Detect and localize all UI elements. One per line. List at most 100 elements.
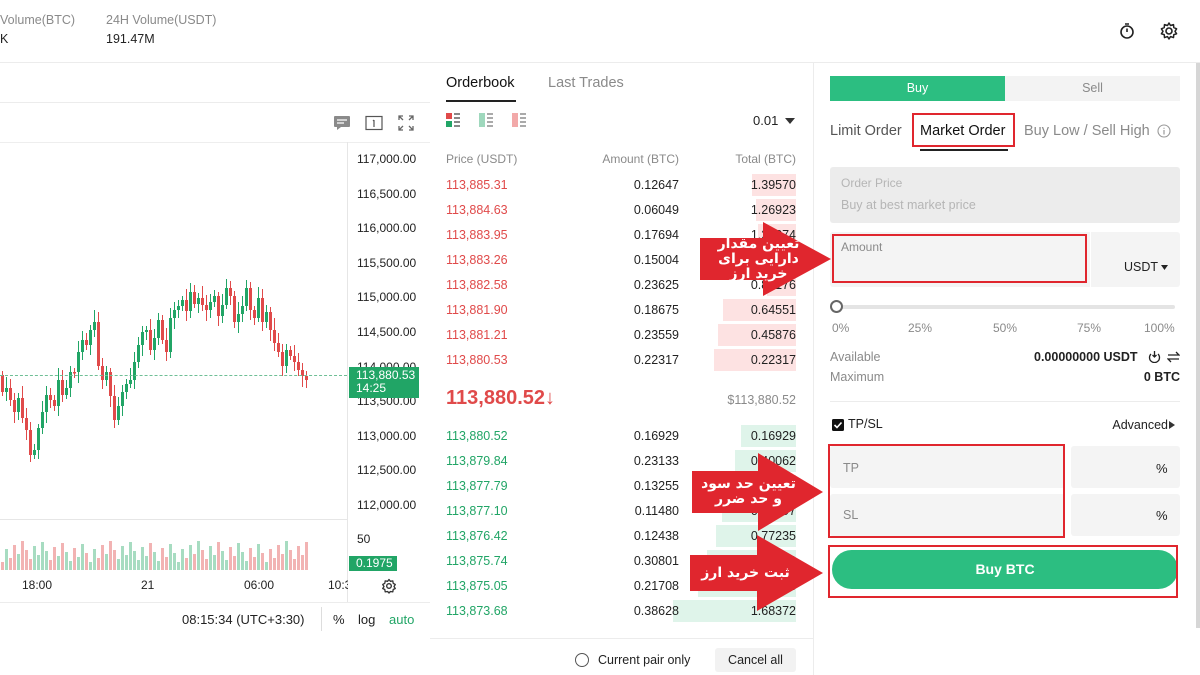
volume-btc-label: Volume(BTC) <box>0 13 76 27</box>
chevron-right-icon[interactable] <box>1169 421 1175 429</box>
last-price-usd: $113,880.52 <box>727 393 796 407</box>
tpsl-checkbox[interactable] <box>832 419 844 431</box>
fullscreen-icon[interactable] <box>397 114 415 132</box>
volume-bar <box>65 552 68 570</box>
candle-body <box>201 298 204 305</box>
volume-bar <box>293 559 296 570</box>
advanced-link[interactable]: Advanced <box>1112 418 1168 432</box>
ask-amount: 0.12647 <box>633 178 679 192</box>
candle-body <box>53 400 56 406</box>
ask-amount: 0.17694 <box>633 228 679 242</box>
volume-bar <box>13 545 16 570</box>
slider-mark-25[interactable]: 25% <box>908 321 932 335</box>
candlestick-chart[interactable] <box>0 143 347 598</box>
sl-percent-unit: % <box>1156 508 1168 523</box>
volume-bar <box>109 541 112 570</box>
current-pair-label: Current pair only <box>598 653 691 667</box>
tab-orderbook[interactable]: Orderbook <box>446 75 515 91</box>
candle-body <box>65 388 68 395</box>
amount-slider-track[interactable] <box>837 305 1175 309</box>
tab-last-trades[interactable]: Last Trades <box>548 75 624 91</box>
slider-mark-100[interactable]: 100% <box>1144 321 1175 335</box>
volume-bar <box>53 547 56 570</box>
auto-scale-button[interactable]: auto <box>389 612 414 627</box>
info-icon[interactable] <box>1157 124 1171 138</box>
volume-bar <box>149 543 152 570</box>
candle-body <box>237 314 240 322</box>
volume-bar <box>129 542 132 570</box>
volume-bar <box>25 550 28 570</box>
candle-body <box>41 412 44 428</box>
ask-amount: 0.06049 <box>633 203 679 217</box>
highlight-tpsl <box>828 444 1065 538</box>
scrollbar[interactable] <box>1196 63 1200 628</box>
candle-body <box>141 332 144 345</box>
amount-slider-knob[interactable] <box>830 300 843 313</box>
tab-buy-low-sell-high[interactable]: Buy Low / Sell High <box>1024 123 1150 139</box>
precision-select[interactable]: 0.01 <box>753 113 778 128</box>
slider-mark-0[interactable]: 0% <box>832 321 849 335</box>
volume-bar <box>181 549 184 570</box>
volume-bar <box>145 556 148 570</box>
current-pair-radio[interactable] <box>575 653 589 667</box>
volume-bar <box>237 543 240 570</box>
candle-body <box>33 450 36 455</box>
view-bids-icon[interactable] <box>479 113 493 127</box>
chevron-down-icon[interactable] <box>785 118 795 124</box>
buy-tab[interactable]: Buy <box>830 76 1005 101</box>
log-scale-button[interactable]: log <box>358 612 375 627</box>
gear-icon[interactable] <box>1159 21 1179 41</box>
sell-tab[interactable]: Sell <box>1005 76 1180 101</box>
last-price-tag: 113,880.53 14:25 <box>349 367 419 398</box>
volume-bar <box>205 559 208 570</box>
bid-price: 113,879.84 <box>446 454 508 468</box>
bid-price: 113,880.52 <box>446 429 508 443</box>
volume-bar <box>217 542 220 570</box>
volume-bar <box>281 554 284 570</box>
volume-bar <box>1 562 4 570</box>
volume-bar <box>225 560 228 570</box>
candle-body <box>129 380 132 384</box>
candle-body <box>17 398 20 412</box>
timer-icon[interactable] <box>1118 22 1136 40</box>
amount-unit-select[interactable]: USDT <box>1124 260 1158 274</box>
slider-mark-75[interactable]: 75% <box>1077 321 1101 335</box>
volume-bar <box>93 549 96 570</box>
candle-body <box>305 376 308 380</box>
chart-settings-icon[interactable] <box>381 578 397 594</box>
ask-amount: 0.23559 <box>633 328 679 342</box>
unit-chevron-icon[interactable] <box>1161 265 1168 270</box>
candle-body <box>257 298 260 318</box>
candle-body <box>193 292 196 304</box>
candle-body <box>153 338 156 350</box>
comment-icon[interactable] <box>333 115 351 131</box>
col-amount: Amount (BTC) <box>602 152 679 166</box>
candle-body <box>165 340 168 352</box>
price-axis-line <box>347 142 348 602</box>
volume-bar <box>193 554 196 570</box>
volume-bar <box>89 562 92 570</box>
volume-bar <box>169 544 172 570</box>
bid-amount: 0.12438 <box>633 529 679 543</box>
slider-mark-50[interactable]: 50% <box>993 321 1017 335</box>
last-price-value: 113,880.52 <box>446 387 545 409</box>
candle-body <box>249 288 252 310</box>
bid-price: 113,877.79 <box>446 479 508 493</box>
volume-bar <box>201 550 204 570</box>
bid-price: 113,873.68 <box>446 604 508 618</box>
volume-bar <box>273 558 276 570</box>
deposit-icon[interactable] <box>1148 350 1161 363</box>
x-tick-3: 06:00 <box>244 578 275 592</box>
cancel-all-button[interactable]: Cancel all <box>715 648 796 672</box>
ask-amount: 0.23625 <box>633 278 679 292</box>
tab-limit-order[interactable]: Limit Order <box>830 123 902 139</box>
percent-scale-button[interactable]: % <box>333 612 345 627</box>
ask-price: 113,884.63 <box>446 203 508 217</box>
transfer-icon[interactable] <box>1167 351 1180 363</box>
view-asks-icon[interactable] <box>512 113 526 127</box>
maximum-value: 0 BTC <box>1143 370 1180 384</box>
last-price: 113,880.52↓ <box>446 387 555 410</box>
view-both-icon[interactable] <box>446 113 460 127</box>
calendar-icon[interactable] <box>365 115 383 131</box>
bid-total: 0.16929 <box>750 429 796 443</box>
